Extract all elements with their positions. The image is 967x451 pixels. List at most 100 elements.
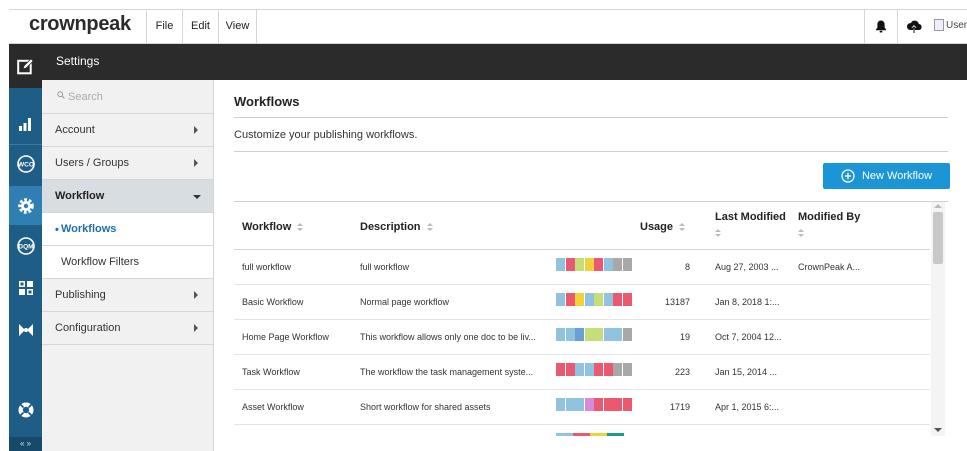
settings-gear-icon — [17, 197, 34, 214]
sidebar-item-workflow-filters[interactable]: Workflow Filters — [42, 246, 213, 279]
menu-view[interactable]: View — [219, 10, 257, 43]
broken-image-icon — [934, 19, 944, 31]
state-swatch — [622, 363, 632, 376]
chevron-right-icon — [194, 126, 198, 134]
column-header-workflow[interactable]: Workflow — [242, 202, 352, 249]
table-row[interactable]: Task Workflow The workflow the task mana… — [234, 355, 930, 390]
state-swatch — [584, 293, 594, 306]
selected-bullet-icon: • — [55, 224, 59, 236]
table-row-partial[interactable] — [234, 425, 930, 451]
state-swatch — [556, 433, 573, 436]
rail-wco-button[interactable]: WCO — [9, 146, 42, 182]
publish-button[interactable] — [897, 10, 930, 43]
sort-icon — [297, 223, 304, 232]
user-avatar-alt: User — [946, 19, 967, 31]
rail-help-button[interactable] — [9, 392, 42, 428]
sidebar-item-workflows[interactable]: • Workflows — [42, 213, 213, 246]
table-scrollbar[interactable] — [931, 202, 945, 436]
sidebar-item-label: Users / Groups — [55, 157, 129, 169]
menu-edit[interactable]: Edit — [183, 10, 219, 43]
workflow-name: Task Workflow — [242, 367, 300, 377]
workflow-states — [556, 398, 632, 411]
rail-collapse-toggle[interactable]: « » — [9, 437, 42, 451]
state-swatch — [584, 363, 594, 376]
table-row[interactable]: Home Page Workflow This workflow allows … — [234, 320, 930, 355]
state-swatch — [575, 363, 584, 376]
sidebar-item-publishing[interactable]: Publishing — [42, 279, 213, 312]
main-content: Workflows Customize your publishing work… — [214, 80, 967, 451]
search-input[interactable] — [68, 89, 203, 105]
new-workflow-button[interactable]: New Workflow — [823, 163, 950, 189]
column-header-usage[interactable]: Usage — [640, 202, 700, 249]
state-swatch — [556, 258, 565, 271]
state-swatch — [584, 398, 594, 411]
sort-icon — [679, 223, 686, 232]
svg-text:WCO: WCO — [18, 162, 34, 169]
sidebar-item-label: Publishing — [55, 289, 106, 301]
sidebar-item-label: Workflow — [55, 190, 105, 202]
state-swatch — [575, 258, 584, 271]
column-header-modified-by[interactable]: Modified By — [798, 202, 878, 249]
state-swatch — [556, 398, 565, 411]
sidebar-item-configuration[interactable]: Configuration — [42, 312, 213, 345]
rail-bowtie-button[interactable] — [9, 312, 42, 348]
scroll-up-icon[interactable] — [934, 204, 942, 208]
state-swatch — [575, 293, 584, 306]
rail-dqm-button[interactable]: DQM — [9, 228, 42, 264]
bell-icon — [876, 20, 886, 33]
workflows-table: Workflow Description Usage Last Modified… — [234, 202, 930, 451]
rail-apps-button[interactable] — [9, 270, 42, 306]
scrollbar-thumb[interactable] — [933, 212, 943, 264]
sort-icon — [426, 223, 433, 232]
help-lifebuoy-icon — [18, 402, 33, 418]
state-swatch — [584, 258, 594, 271]
workflow-description: The workflow the task management syste..… — [360, 367, 534, 377]
chevron-right-icon — [194, 291, 198, 299]
state-swatch — [565, 328, 575, 341]
state-swatch — [590, 433, 607, 436]
sidebar-item-label: Workflows — [61, 223, 117, 235]
state-swatch — [565, 293, 575, 306]
state-swatch — [607, 433, 624, 436]
user-avatar[interactable]: User — [934, 19, 967, 31]
sort-icon — [715, 229, 721, 237]
state-swatch — [594, 398, 603, 411]
workflow-name: Home Page Workflow — [242, 332, 329, 342]
plus-circle-icon — [841, 169, 855, 183]
column-header-description[interactable]: Description — [360, 202, 560, 249]
sidebar-item-users-groups[interactable]: Users / Groups — [42, 147, 213, 180]
table-row[interactable]: Basic Workflow Normal page workflow 1318… — [234, 285, 930, 320]
rail-edit-button[interactable] — [9, 44, 42, 88]
svg-text:DQM: DQM — [18, 244, 33, 251]
new-workflow-label: New Workflow — [861, 170, 933, 182]
rail-analytics-button[interactable] — [9, 106, 42, 142]
column-header-last-modified[interactable]: Last Modified — [715, 202, 795, 249]
settings-sidebar: Account Users / Groups Workflow • Workfl… — [42, 80, 214, 451]
workflow-last-modified: Aug 27, 2003 ... — [715, 262, 779, 272]
workflow-description: Short workflow for shared assets — [360, 402, 491, 412]
notifications-button[interactable] — [864, 10, 897, 43]
state-swatch — [613, 328, 622, 341]
state-swatch — [556, 293, 565, 306]
workflow-description: Normal page workflow — [360, 297, 450, 307]
menu-file[interactable]: File — [147, 10, 183, 43]
state-swatch — [565, 258, 575, 271]
scroll-down-icon[interactable] — [934, 428, 942, 432]
state-swatch — [575, 398, 584, 411]
brand-logo[interactable]: crownpeak — [9, 10, 147, 43]
chevron-right-icon — [194, 324, 198, 332]
app-rail: WCO DQM « » — [9, 44, 42, 451]
sidebar-item-workflow[interactable]: Workflow — [42, 180, 213, 213]
table-row[interactable]: Asset Workflow Short workflow for shared… — [234, 390, 930, 425]
analytics-icon — [18, 118, 31, 131]
sidebar-item-account[interactable]: Account — [42, 114, 213, 147]
table-row[interactable]: full workflow full workflow 8 Aug 27, 20… — [234, 250, 930, 285]
state-swatch — [573, 433, 590, 436]
state-swatch — [622, 328, 632, 341]
top-bar: crownpeak File Edit View User — [9, 9, 967, 44]
rail-settings-button[interactable] — [9, 186, 42, 225]
app-window: crownpeak File Edit View User WCO DQM « … — [0, 0, 967, 451]
workflow-description: This workflow allows only one doc to be … — [360, 332, 536, 342]
workflow-states-partial — [556, 433, 624, 436]
bowtie-icon — [18, 324, 33, 336]
